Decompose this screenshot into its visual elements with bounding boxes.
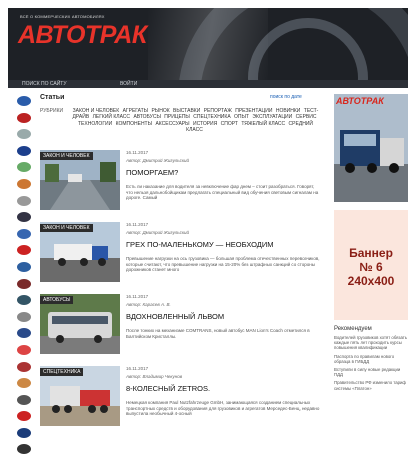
main-content: Статьи поиск по дате РУБРИКИ ЗАКОН И ЧЕЛ…	[40, 94, 324, 426]
rubrics-label: РУБРИКИ	[40, 108, 64, 114]
brand-icon[interactable]	[17, 311, 31, 322]
article-badge: СПЕЦТЕХНИКА	[40, 368, 84, 376]
brand-icons-column	[14, 96, 34, 461]
brand-icon[interactable]	[17, 195, 31, 206]
news-link[interactable]: Правительство РФ изменило тариф системы …	[334, 380, 408, 390]
category-link[interactable]: ОПЫТ	[234, 114, 249, 120]
article-title[interactable]: ВДОХНОВЛЕННЫЙ ЛЬВОМ	[126, 312, 224, 321]
article-author: Автор: Дмитрий Жигульский	[126, 158, 190, 163]
article-lead: Есть ли наказание для водителя за невклю…	[126, 184, 319, 201]
banner-line: 240x400	[347, 274, 395, 288]
category-link[interactable]: КОМПОНЕНТЫ	[116, 121, 152, 127]
category-link[interactable]: СПЕЦТЕХНИКА	[193, 114, 230, 120]
article-badge: ЗАКОН И ЧЕЛОВЕК	[40, 152, 93, 160]
brand-icon[interactable]	[17, 378, 31, 389]
article-lead: После тонких на механизме COMTRANS, новы…	[126, 328, 310, 339]
nav-login-link[interactable]: ВОЙТИ	[120, 81, 137, 87]
category-list: ЗАКОН И ЧЕЛОВЕК АГРЕГАТЫ РЫНОК ВЫСТАВКИ …	[68, 108, 322, 134]
article-card[interactable]: ЗАКОН И ЧЕЛОВЕК 16.11.2017 Автор: Дмитри…	[40, 222, 324, 290]
top-nav-bar: ПОИСК ПО САЙТУ ВОЙТИ	[8, 80, 408, 88]
news-link[interactable]: Паспорта по правилам нового образца в ГИ…	[334, 354, 408, 364]
brand-icon[interactable]	[17, 129, 31, 140]
category-link[interactable]: ТЯЖЕЛЫЙ КЛАСС	[241, 121, 285, 127]
magazine-truck-image	[334, 94, 408, 202]
brand-icon[interactable]	[17, 112, 31, 123]
article-badge: АВТОБУСЫ	[40, 296, 74, 304]
article-badge: ЗАКОН И ЧЕЛОВЕК	[40, 224, 93, 232]
category-link[interactable]: СЕРВИС	[296, 114, 317, 120]
article-title[interactable]: ПОМОРГАЕМ?	[126, 168, 178, 177]
site-header: ВСЁ О КОММЕРЧЕСКИХ АВТОМОБИЛЯХ АВТОТРАК …	[8, 8, 408, 88]
news-link[interactable]: Вступили в силу новые редакции ПДД	[334, 367, 408, 377]
category-link[interactable]: АВТОБУСЫ	[133, 114, 160, 120]
article-date: 16.11.2017	[126, 150, 149, 155]
category-link[interactable]: АКСЕССУАРЫ	[155, 121, 189, 127]
brand-icon[interactable]	[17, 427, 31, 438]
brand-icon[interactable]	[17, 394, 31, 405]
magazine-logo: АВТОТРАК	[336, 96, 384, 106]
site-logo[interactable]: АВТОТРАК	[18, 21, 147, 50]
brand-icon[interactable]	[17, 212, 31, 223]
brand-icon[interactable]	[17, 96, 31, 106]
article-date: 16.11.2017	[126, 222, 149, 227]
category-link[interactable]: СПОРТ	[221, 121, 238, 127]
brand-icon[interactable]	[17, 162, 31, 173]
search-by-date-link[interactable]: поиск по дате	[270, 94, 302, 100]
brand-icon[interactable]	[17, 361, 31, 372]
article-thumbnail[interactable]: ЗАКОН И ЧЕЛОВЕК	[40, 222, 120, 282]
article-lead: Превышение нагрузки на ось грузовика — б…	[126, 256, 320, 273]
banner-line: № 6	[359, 260, 383, 274]
article-card[interactable]: СПЕЦТЕХНИКА 16.11.2017 Автор: Владимир Ч…	[40, 366, 324, 434]
article-card[interactable]: ЗАКОН И ЧЕЛОВЕК 16.11.2017 Автор: Дмитри…	[40, 150, 324, 218]
brand-icon[interactable]	[17, 295, 31, 306]
right-sidebar: АВТОТРАК Баннер № 6 240x400 Рекомендуем …	[334, 94, 408, 391]
magazine-cover[interactable]: АВТОТРАК	[334, 94, 408, 202]
category-link[interactable]: ПРИЦЕПЫ	[164, 114, 190, 120]
news-heading: Рекомендуем	[334, 326, 372, 332]
brand-icon[interactable]	[17, 411, 31, 422]
category-link[interactable]: ИСТОРИЯ	[193, 121, 217, 127]
brand-icon[interactable]	[17, 228, 31, 239]
category-link[interactable]: ТЕХНОЛОГИИ	[78, 121, 112, 127]
brand-icon[interactable]	[17, 444, 31, 455]
brand-icon[interactable]	[17, 328, 31, 339]
header-glare	[148, 8, 268, 88]
banner-text: Баннер № 6 240x400	[334, 246, 408, 288]
article-author: Автор: Карасев А. В.	[126, 302, 171, 307]
ad-banner[interactable]: Баннер № 6 240x400	[334, 210, 408, 320]
article-date: 16.11.2017	[126, 366, 149, 371]
brand-icon[interactable]	[17, 344, 31, 355]
article-date: 16.11.2017	[126, 294, 149, 299]
brand-icon[interactable]	[17, 278, 31, 289]
article-title[interactable]: ГРЕХ ПО-МАЛЕНЬКОМУ — НЕОБХОДИМ	[126, 240, 274, 249]
news-link[interactable]: Водителей грузовиков хотят обязать кажды…	[334, 335, 408, 351]
brand-icon[interactable]	[17, 261, 31, 272]
article-card[interactable]: АВТОБУСЫ 16.11.2017 Автор: Карасев А. В.…	[40, 294, 324, 362]
brand-icon[interactable]	[17, 178, 31, 189]
category-link[interactable]: ЛЕГКИЙ КЛАСС	[93, 114, 130, 120]
article-thumbnail[interactable]: АВТОБУСЫ	[40, 294, 120, 354]
article-lead: Немецкая компания Paul Nutzfahrzeuge Gmb…	[126, 400, 320, 417]
article-author: Автор: Владимир Чекунов	[126, 374, 183, 379]
banner-line: Баннер	[349, 246, 393, 260]
brand-icon[interactable]	[17, 245, 31, 256]
article-thumbnail[interactable]: СПЕЦТЕХНИКА	[40, 366, 120, 426]
brand-icon[interactable]	[17, 145, 31, 156]
article-thumbnail[interactable]: ЗАКОН И ЧЕЛОВЕК	[40, 150, 120, 210]
site-tagline: ВСЁ О КОММЕРЧЕСКИХ АВТОМОБИЛЯХ	[20, 14, 105, 19]
category-link[interactable]: ЭКСПЛУАТАЦИИ	[252, 114, 292, 120]
article-author: Автор: Дмитрий Жигульский	[126, 230, 190, 235]
nav-search-link[interactable]: ПОИСК ПО САЙТУ	[22, 81, 67, 87]
article-title[interactable]: 8-КОЛЕСНЫЙ ZETROS.	[126, 384, 210, 393]
